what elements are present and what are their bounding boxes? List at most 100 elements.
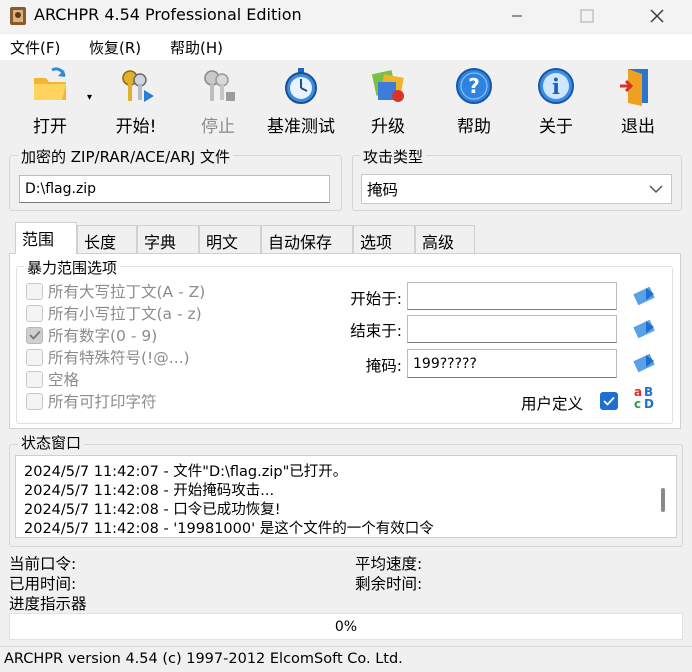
time-elapsed-label: 已用时间: — [9, 575, 77, 593]
about-button[interactable]: i 关于 — [520, 66, 592, 138]
tab-dictionary[interactable]: 字典 — [137, 225, 199, 253]
benchmark-label: 基准测试 — [267, 117, 335, 137]
upgrade-label: 升级 — [371, 117, 405, 137]
checkmark-icon — [28, 330, 41, 340]
tab-advanced-label: 高级 — [422, 233, 455, 252]
uppercase-checkbox-box — [26, 282, 43, 300]
start-from-label: 开始于: — [350, 290, 402, 308]
end-at-picker-icon[interactable] — [632, 315, 658, 341]
special-chars-checkbox[interactable]: 所有特殊符号(!@...) — [26, 347, 190, 367]
stopwatch-icon — [285, 68, 317, 104]
checkmark-icon — [603, 396, 615, 406]
start-button[interactable]: 开始! — [100, 66, 172, 138]
start-from-input[interactable] — [407, 282, 617, 310]
help-button[interactable]: ? 帮助 — [438, 66, 510, 138]
log-line: 2024/5/7 11:42:08 - 口令已成功恢复! — [24, 502, 281, 518]
maximize-button[interactable] — [564, 0, 610, 32]
uppercase-checkbox[interactable]: 所有大写拉丁文(A - Z) — [26, 281, 205, 301]
status-bar: ARCHPR version 4.54 (c) 1997-2012 ElcomS… — [0, 646, 692, 672]
progress-indicator-label: 进度指示器 — [9, 595, 87, 613]
minimize-button[interactable] — [494, 0, 540, 32]
log-line: 2024/5/7 11:42:07 - 文件"D:\flag.zip"已打开。 — [24, 464, 348, 480]
minimize-icon — [512, 15, 522, 17]
special-chars-label: 所有特殊符号(!@...) — [48, 349, 190, 367]
svg-text:D: D — [644, 397, 654, 410]
log-line: 2024/5/7 11:42:08 - 开始掩码攻击... — [24, 483, 275, 499]
svg-text:?: ? — [468, 74, 480, 98]
attack-type-select[interactable]: 掩码 — [361, 174, 672, 204]
mask-input[interactable]: 199????? — [407, 349, 617, 378]
digits-checkbox-box — [26, 326, 43, 344]
open-label: 打开 — [33, 117, 67, 137]
space-label: 空格 — [48, 371, 80, 389]
stop-button[interactable]: 停止 — [182, 66, 254, 138]
upgrade-button[interactable]: 升级 — [352, 66, 424, 138]
benchmark-button[interactable]: 基准测试 — [264, 66, 338, 138]
special-chars-checkbox-box — [26, 348, 43, 366]
svg-text:c: c — [634, 397, 641, 410]
open-button[interactable]: 打开 — [14, 66, 86, 138]
help-label: 帮助 — [457, 117, 491, 137]
tab-range-label: 范围 — [22, 230, 55, 249]
keys-stop-icon — [204, 70, 235, 101]
title-bar: ARCHPR 4.54 Professional Edition — [0, 0, 692, 32]
close-button[interactable] — [634, 0, 680, 32]
end-at-input[interactable] — [407, 315, 617, 343]
exit-label: 退出 — [621, 117, 655, 137]
app-icon — [10, 7, 26, 25]
uppercase-label: 所有大写拉丁文(A - Z) — [48, 283, 206, 301]
user-defined-label: 用户定义 — [521, 395, 584, 413]
tab-autosave[interactable]: 自动保存 — [261, 225, 353, 253]
tab-dictionary-label: 字典 — [144, 233, 177, 252]
avg-speed-label: 平均速度: — [355, 555, 423, 573]
tab-plaintext[interactable]: 明文 — [199, 225, 261, 253]
time-remaining-label: 剩余时间: — [355, 575, 423, 593]
current-password-label: 当前口令: — [9, 555, 77, 573]
brute-force-title: 暴力范围选项 — [24, 257, 121, 278]
printable-checkbox-box — [26, 392, 43, 410]
help-icon: ? — [456, 68, 492, 104]
tab-options-label: 选项 — [360, 233, 393, 252]
mask-label: 掩码: — [365, 357, 402, 375]
mask-picker-icon[interactable] — [632, 349, 658, 375]
menu-bar: 文件(F) 恢复(R) 帮助(H) — [0, 34, 692, 60]
tab-options[interactable]: 选项 — [353, 225, 415, 253]
stop-label: 停止 — [201, 117, 235, 137]
keys-start-icon — [122, 70, 154, 102]
svg-text:i: i — [552, 74, 560, 99]
charset-abc-icon[interactable]: a B c D — [632, 384, 658, 410]
status-log[interactable]: 2024/5/7 11:42:07 - 文件"D:\flag.zip"已打开。 … — [15, 455, 677, 538]
tab-length-label: 长度 — [84, 233, 117, 252]
tab-autosave-label: 自动保存 — [268, 233, 333, 252]
space-checkbox[interactable]: 空格 — [26, 369, 79, 389]
lowercase-checkbox[interactable]: 所有小写拉丁文(a - z) — [26, 303, 202, 323]
user-defined-checkbox[interactable] — [600, 392, 618, 410]
digits-checkbox[interactable]: 所有数字(0 - 9) — [26, 325, 157, 345]
tab-range[interactable]: 范围 — [15, 222, 77, 254]
start-label: 开始! — [115, 117, 157, 137]
exit-door-icon — [620, 69, 648, 106]
printable-checkbox[interactable]: 所有可打印字符 — [26, 391, 157, 411]
menu-file[interactable]: 文件(F) — [10, 37, 60, 58]
open-dropdown-icon[interactable]: ▾ — [87, 92, 92, 103]
menu-recovery[interactable]: 恢复(R) — [89, 37, 141, 58]
tab-plaintext-label: 明文 — [206, 233, 239, 252]
start-from-picker-icon[interactable] — [632, 282, 658, 308]
space-checkbox-box — [26, 370, 43, 388]
window-title: ARCHPR 4.54 Professional Edition — [34, 5, 302, 24]
info-icon: i — [538, 68, 574, 104]
toolbar: 打开 ▾ 开始! 停止 基准测试 升级 ? 帮助 i 关于 退出 — [0, 62, 692, 140]
log-scrollbar-thumb[interactable] — [661, 488, 665, 512]
tab-advanced[interactable]: 高级 — [415, 225, 475, 253]
menu-help[interactable]: 帮助(H) — [170, 37, 223, 58]
digits-label: 所有数字(0 - 9) — [48, 327, 158, 345]
encrypted-file-input[interactable]: D:\flag.zip — [19, 175, 330, 203]
upgrade-icon — [371, 70, 404, 102]
attack-type-value: 掩码 — [367, 181, 399, 199]
folder-open-icon — [34, 67, 66, 100]
chevron-down-icon — [649, 185, 663, 194]
exit-button[interactable]: 退出 — [602, 66, 674, 138]
printable-label: 所有可打印字符 — [48, 393, 157, 411]
progress-text: 0% — [334, 618, 358, 635]
tab-length[interactable]: 长度 — [77, 225, 137, 253]
